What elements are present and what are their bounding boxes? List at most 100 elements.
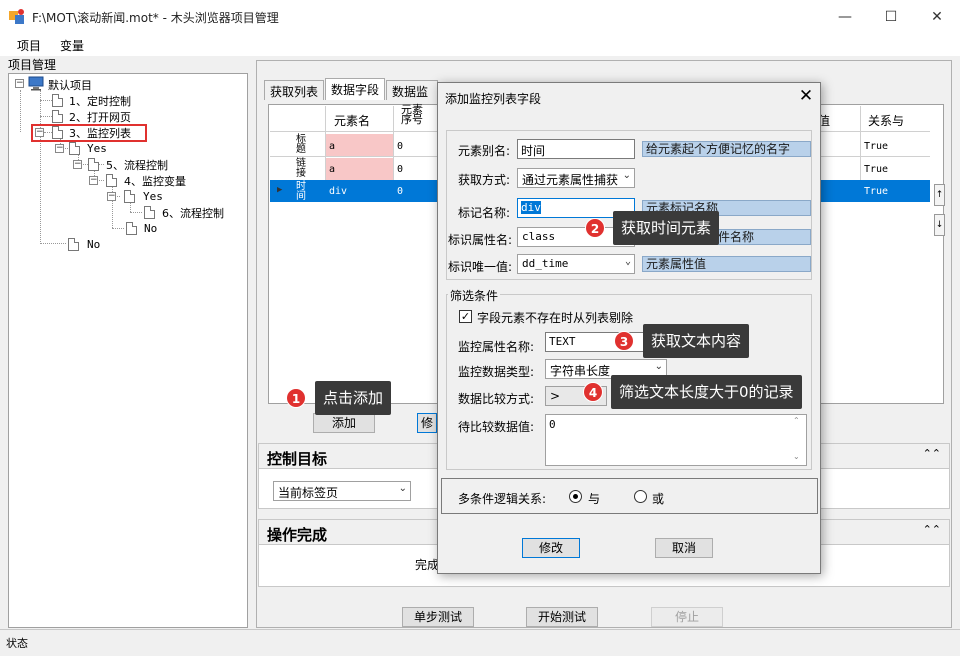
monitor-type-label: 监控数据类型: [458,365,535,379]
edit-field-button[interactable]: 修 [417,413,437,433]
callout-number-badge: 4 [583,382,603,402]
menu-variable[interactable]: 变量 [60,37,84,54]
logic-and-label: 与 [588,492,601,506]
grid-row-tag: div [329,186,348,197]
add-field-button[interactable]: 添加 [313,413,375,433]
document-icon [126,222,137,235]
grid-row-tag: a [329,164,336,175]
document-icon [68,238,79,251]
document-icon [69,142,80,155]
compare-label: 数据比较方式: [458,392,535,406]
tree-node-yes[interactable]: Yes [87,142,107,155]
project-panel-label: 项目管理 [8,58,57,72]
move-up-icon[interactable]: ↑ [934,184,945,206]
step-test-button[interactable]: 单步测试 [402,607,474,627]
document-icon [144,206,155,219]
compare-select-value: > [550,389,561,403]
filter-title: 筛选条件 [448,287,501,304]
tab-data-fields[interactable]: 数据字段 [325,78,386,100]
unique-select-value: dd_time [522,257,569,270]
grid-row-name: 链接 [296,158,306,179]
close-window-button[interactable]: ✕ [914,0,960,34]
scroll-down-icon[interactable]: ⌄ [793,452,800,461]
unique-hint: 元素属性值 [642,256,811,272]
cancel-button[interactable]: 取消 [655,538,713,558]
monitor-attr-label: 监控属性名称: [458,340,535,354]
tree-node-flow-control-5[interactable]: 5、流程控制 [106,157,168,173]
grid-row-relation: True [864,164,889,175]
alias-label: 元素别名: [458,144,511,158]
method-select[interactable]: 通过元素属性捕获 ⌄ [517,168,635,188]
tree-node-timer[interactable]: 1、定时控制 [69,93,131,109]
callout-add: 点击添加 [315,381,392,415]
callout-filter-length: 筛选文本长度大于0的记录 [611,375,802,409]
tree-node-no[interactable]: No [87,238,100,251]
move-down-icon[interactable]: ↓ [934,214,945,236]
radio-and-icon[interactable] [569,490,582,503]
collapse-chevron-icon[interactable]: ⌃⌃ [923,447,941,460]
alias-hint: 给元素起个方便记忆的名字 [642,141,811,157]
callout-number-badge: 1 [286,388,306,408]
grid-header-relation: 关系与 [868,114,905,128]
method-select-value: 通过元素属性捕获 [522,173,619,187]
tree-node-monitor-variable[interactable]: 4、监控变量 [124,173,186,189]
operation-done-title: 操作完成 [267,526,328,544]
target-value-textarea[interactable]: 0 [545,414,807,466]
control-target-select-value: 当前标签页 [278,486,339,500]
collapse-chevron-icon[interactable]: ⌃⌃ [923,523,941,536]
grid-row-name: 标题 [296,134,306,155]
document-icon [52,94,63,107]
menu-project[interactable]: 项目 [17,37,41,54]
maximize-button[interactable]: ☐ [868,0,914,34]
tree-collapse-icon[interactable]: − [55,144,64,153]
tree-collapse-icon[interactable]: − [89,176,98,185]
status-bar-text: 状态 [6,637,28,650]
control-target-title: 控制目标 [267,450,328,468]
tree-node-flow-control-6[interactable]: 6、流程控制 [162,205,224,221]
grid-row-index: 0 [397,141,404,152]
stop-button[interactable]: 停止 [651,607,723,627]
checkbox-checked-icon[interactable]: ✓ [459,310,472,323]
modify-button[interactable]: 修改 [522,538,580,558]
alias-input[interactable]: 时间 [517,139,635,159]
tree-node-open-page[interactable]: 2、打开网页 [69,109,131,125]
grid-row-relation: True [864,141,889,152]
tree-node-no-inner[interactable]: No [144,222,157,235]
grid-row-index: 0 [397,186,404,197]
chevron-down-icon: ⌄ [622,170,631,181]
tab-get-list[interactable]: 获取列表 [264,80,325,100]
app-icon [9,9,24,24]
radio-or-icon[interactable] [634,490,647,503]
document-icon [124,190,135,203]
tree-collapse-icon[interactable]: − [107,192,116,201]
unique-select[interactable]: dd_time ⌄ [517,254,635,274]
control-target-select[interactable]: 当前标签页 ⌄ [273,481,411,501]
tree-collapse-icon[interactable]: − [15,79,24,88]
scroll-up-icon[interactable]: ⌃ [793,416,800,425]
tree-collapse-icon[interactable]: − [73,160,82,169]
minimize-button[interactable]: — [822,0,868,34]
document-icon [88,158,99,171]
unique-label: 标识唯一值: [448,260,513,274]
logic-or-label: 或 [652,492,665,506]
tree-node-yes-inner[interactable]: Yes [143,190,163,203]
callout-number-badge: 2 [585,218,605,238]
menu-bar: 项目 变量 [0,34,960,56]
grid-header-element-index: 元素序号 [401,103,423,126]
filter-checkbox-label: 字段元素不存在时从列表剔除 [477,311,634,325]
row-pointer-icon: ▶ [277,185,283,195]
tree-node-default-project[interactable]: 默认项目 [48,77,92,93]
grid-row-relation: True [864,186,889,197]
dialog-close-icon[interactable]: ✕ [796,86,816,106]
logic-label: 多条件逻辑关系: [458,492,547,506]
target-value-label: 待比较数据值: [458,420,535,434]
attr-label: 标识属性名: [448,233,513,247]
tab-data-monitor[interactable]: 数据监控 [386,80,438,100]
start-test-button[interactable]: 开始测试 [526,607,598,627]
grid-row-name: 时间 [296,181,306,202]
callout-get-time: 获取时间元素 [613,211,720,245]
window-title: F:\MOT\滚动新闻.mot* - 木头浏览器项目管理 [32,11,279,25]
tag-label: 标记名称: [458,206,511,220]
highlight-box [31,124,147,142]
callout-number-badge: 3 [614,331,634,351]
